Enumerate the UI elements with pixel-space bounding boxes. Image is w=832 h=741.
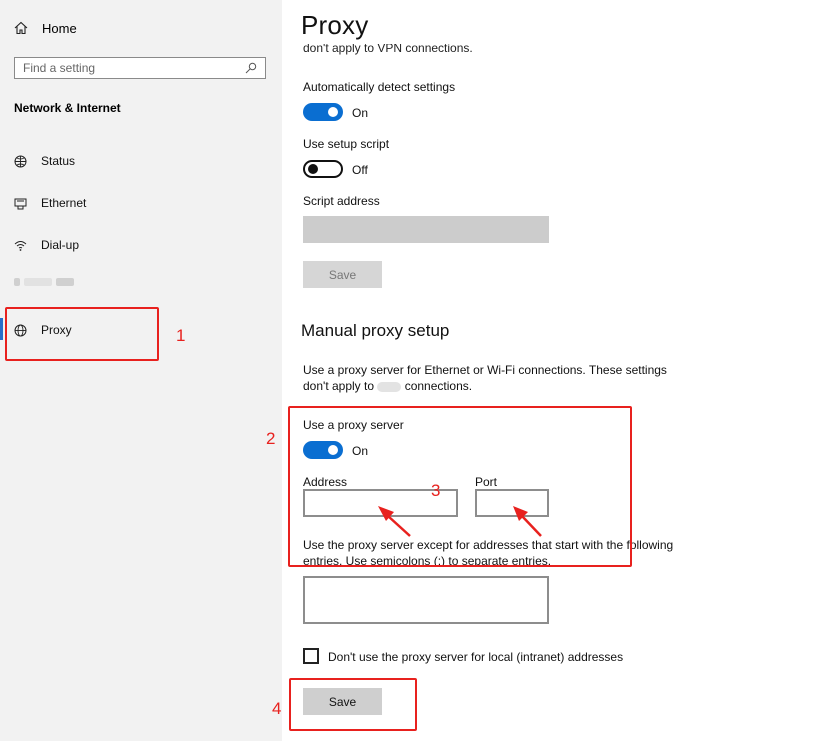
search-icon[interactable] [245,62,257,74]
manual-proxy-heading: Manual proxy setup [301,321,450,340]
desc-line-1: Use a proxy server for Ethernet or Wi-Fi… [303,363,667,377]
setup-script-state: Off [352,163,368,177]
ethernet-icon [14,198,27,209]
auto-detect-toggle[interactable] [303,103,343,121]
search-input[interactable] [23,61,223,75]
sidebar-item-label: Ethernet [41,196,87,210]
redacted-text [377,381,402,392]
home-icon [14,21,28,35]
auto-detect-label: Automatically detect settings [303,80,456,94]
annotation-box-1 [5,307,159,361]
annotation-box-4 [289,678,417,731]
script-address-input[interactable] [303,216,549,243]
globe-status-icon [14,155,27,167]
exceptions-input[interactable] [303,576,549,624]
scrolled-description: don't apply to VPN connections. [303,41,473,55]
page-title: Proxy [301,10,369,40]
section-title: Network & Internet [14,101,121,115]
local-bypass-checkbox[interactable] [303,648,319,664]
sidebar-item-status[interactable]: Status [14,151,75,171]
script-address-label: Script address [303,194,380,208]
sidebar-item-redacted[interactable] [14,278,74,286]
sidebar-item-dial-up[interactable]: Dial-up [14,235,79,255]
annotation-number-1: 1 [176,326,186,345]
setup-script-toggle[interactable] [303,160,343,178]
local-bypass-label: Don't use the proxy server for local (in… [328,650,624,664]
annotation-number-3: 3 [431,481,441,500]
auto-detect-state: On [352,106,369,120]
desc-line-2a: don't apply to [303,379,375,393]
annotation-number-2: 2 [266,429,276,448]
dial-up-icon [14,240,27,251]
search-box[interactable] [14,57,266,79]
sidebar-item-ethernet[interactable]: Ethernet [14,193,86,213]
annotation-number-4: 4 [272,699,282,718]
sidebar: Home Network & Internet Status Ethernet … [0,0,282,741]
sidebar-item-label: Status [41,154,76,168]
active-indicator [0,318,3,340]
main-content: Proxy don't apply to VPN connections. Au… [282,0,832,741]
save-script-button[interactable]: Save [303,261,382,288]
annotation-box-2 [288,406,632,567]
manual-proxy-description: Use a proxy server for Ethernet or Wi-Fi… [303,362,693,394]
sidebar-item-label: Dial-up [41,238,80,252]
home-label: Home [42,20,77,36]
setup-script-label: Use setup script [303,137,390,151]
desc-line-2b: connections. [404,379,473,393]
nav-home[interactable]: Home [14,18,77,38]
